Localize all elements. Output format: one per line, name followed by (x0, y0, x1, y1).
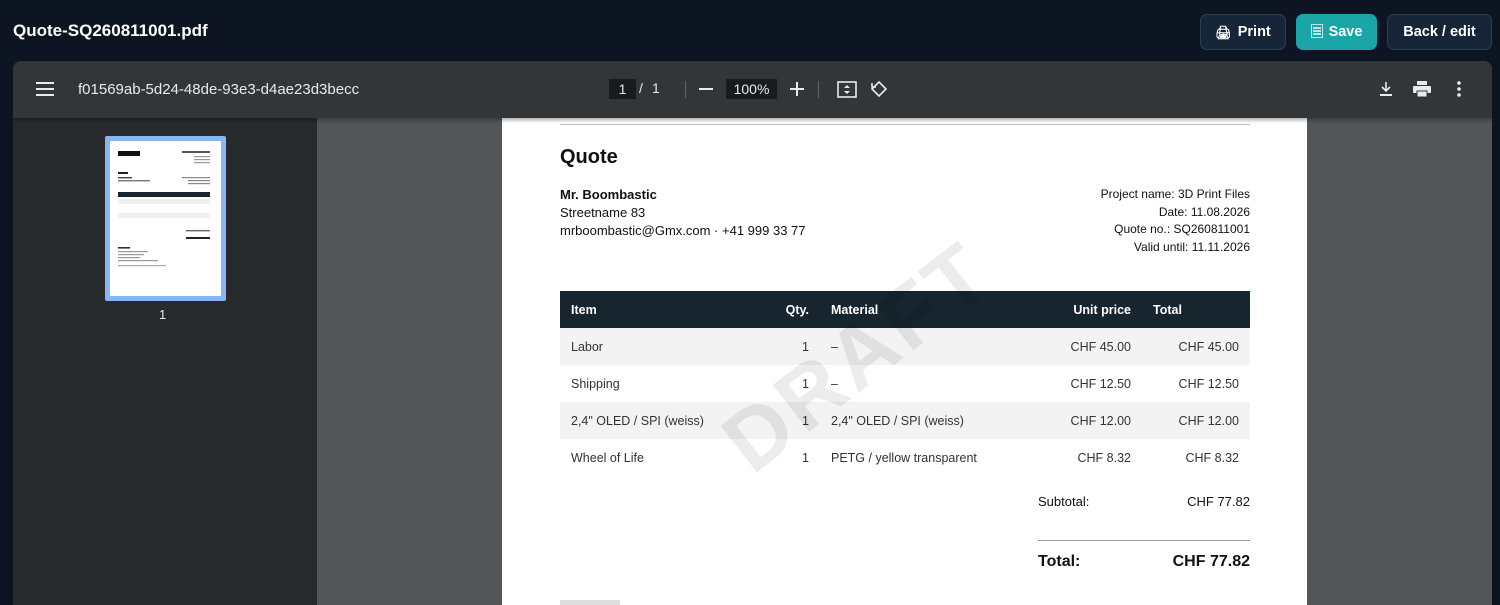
page-thumbnail[interactable] (105, 136, 226, 301)
quote-date: Date: 11.08.2026 (1158, 204, 1250, 219)
cell-unit-price: CHF 8.32 (1077, 450, 1132, 465)
pdf-viewer: f01569ab-5d24-48de-93e3-d4ae23d3becc / 1 (13, 61, 1492, 605)
app-header: Quote-SQ260811001.pdf 🖨 Print Save Back … (0, 0, 1500, 62)
total-rule (1038, 540, 1250, 541)
page-separator: / (639, 80, 643, 96)
zoom-input[interactable] (726, 79, 777, 99)
pdf-page: Quote Mr. Boombastic Streetname 83 mrboo… (502, 118, 1307, 605)
cell-unit-price: CHF 12.50 (1070, 376, 1131, 391)
thumbnail-preview (110, 141, 221, 296)
cell-qty: 1 (740, 402, 820, 439)
header-unit-price: Unit price (1030, 291, 1142, 328)
print-button-label: Print (1237, 24, 1271, 40)
cell-item: 2,4" OLED / SPI (weiss) (560, 402, 740, 439)
save-icon (1309, 23, 1324, 40)
cell-qty: 1 (740, 328, 820, 365)
download-icon[interactable] (1374, 77, 1398, 101)
table-row: Wheel of Life 1 PETG / yellow transparen… (560, 439, 1250, 476)
cell-item: Shipping (571, 376, 620, 391)
header-material: Material (820, 291, 1030, 328)
subtotal-value: CHF 77.82 (1187, 494, 1250, 509)
thumbnail-page-number: 1 (159, 307, 167, 322)
fit-page-icon[interactable] (835, 77, 859, 101)
save-button[interactable]: Save (1296, 14, 1377, 50)
menu-icon[interactable] (33, 77, 57, 101)
table-row: Shipping 1 – CHF 12.50 CHF 12.50 (560, 365, 1250, 402)
document-id: f01569ab-5d24-48de-93e3-d4ae23d3becc (78, 81, 360, 98)
file-title: Quote-SQ260811001.pdf (13, 21, 208, 40)
header-qty: Qty. (740, 291, 820, 328)
header-total: Total (1142, 291, 1250, 328)
client-name: Mr. Boombastic (560, 187, 657, 202)
cell-total: CHF 12.00 (1142, 402, 1250, 439)
cell-material: PETG / yellow transparent (831, 450, 977, 465)
page-number-input[interactable] (609, 79, 636, 99)
line-items-table: Item Qty. Material Unit price Total Labo… (560, 291, 1250, 476)
rotate-icon[interactable] (867, 77, 891, 101)
table-row: 2,4" OLED / SPI (weiss) 1 2,4" OLED / SP… (560, 402, 1250, 439)
header-item: Item (560, 291, 740, 328)
cell-item: Labor (560, 328, 740, 365)
cell-material: 2,4" OLED / SPI (weiss) (820, 402, 1030, 439)
more-vert-icon[interactable] (1447, 77, 1471, 101)
toolbar-divider (818, 81, 819, 98)
document-title: Quote (560, 146, 618, 168)
table-row: Labor 1 – CHF 45.00 CHF 45.00 (560, 328, 1250, 365)
total-label: Total: (1038, 553, 1081, 570)
cell-item: Wheel of Life (571, 450, 644, 465)
cell-total: CHF 12.50 (1178, 376, 1239, 391)
table-header-row: Item Qty. Material Unit price Total (560, 291, 1250, 328)
cell-qty: 1 (802, 376, 809, 391)
thumbnail-sidebar: 1 (13, 118, 317, 605)
cell-total: CHF 8.32 (1185, 450, 1240, 465)
print-icon[interactable] (1410, 77, 1434, 101)
client-street: Streetname 83 (560, 205, 646, 220)
back-edit-button-label: Back / edit (1403, 24, 1476, 40)
total-value: CHF 77.82 (1172, 553, 1250, 570)
page-viewport[interactable]: Quote Mr. Boombastic Streetname 83 mrboo… (317, 118, 1492, 605)
back-edit-button[interactable]: Back / edit (1387, 14, 1492, 50)
total-pages: 1 (652, 80, 660, 96)
cell-total: CHF 45.00 (1142, 328, 1250, 365)
save-button-label: Save (1328, 24, 1363, 40)
zoom-out-icon[interactable] (694, 77, 718, 101)
quote-number: Quote no.: SQ260811001 (1114, 222, 1250, 236)
remarks-heading-peek (560, 600, 620, 605)
cell-material: – (820, 328, 1030, 365)
quote-meta: Project name: 3D Print Files Date: 11.08… (1101, 186, 1250, 256)
subtotal-label: Subtotal: (1038, 494, 1090, 509)
viewer-toolbar: f01569ab-5d24-48de-93e3-d4ae23d3becc / 1 (13, 61, 1492, 118)
top-rule (560, 124, 1250, 125)
valid-until: Valid until: 11.11.2026 (1133, 239, 1250, 254)
project-name: Project name: 3D Print Files (1100, 187, 1250, 201)
printer-icon: 🖨 (1215, 24, 1232, 40)
client-contact: mrboombastic@Gmx.com · +41 999 33 77 (560, 223, 806, 238)
zoom-in-icon[interactable] (785, 77, 809, 101)
toolbar-divider (685, 81, 686, 98)
client-address: Mr. Boombastic Streetname 83 mrboombasti… (560, 186, 806, 240)
cell-material: – (831, 376, 838, 391)
cell-unit-price: CHF 45.00 (1030, 328, 1142, 365)
cell-qty: 1 (802, 450, 809, 465)
print-button[interactable]: 🖨 Print (1200, 14, 1286, 50)
cell-unit-price: CHF 12.00 (1030, 402, 1142, 439)
